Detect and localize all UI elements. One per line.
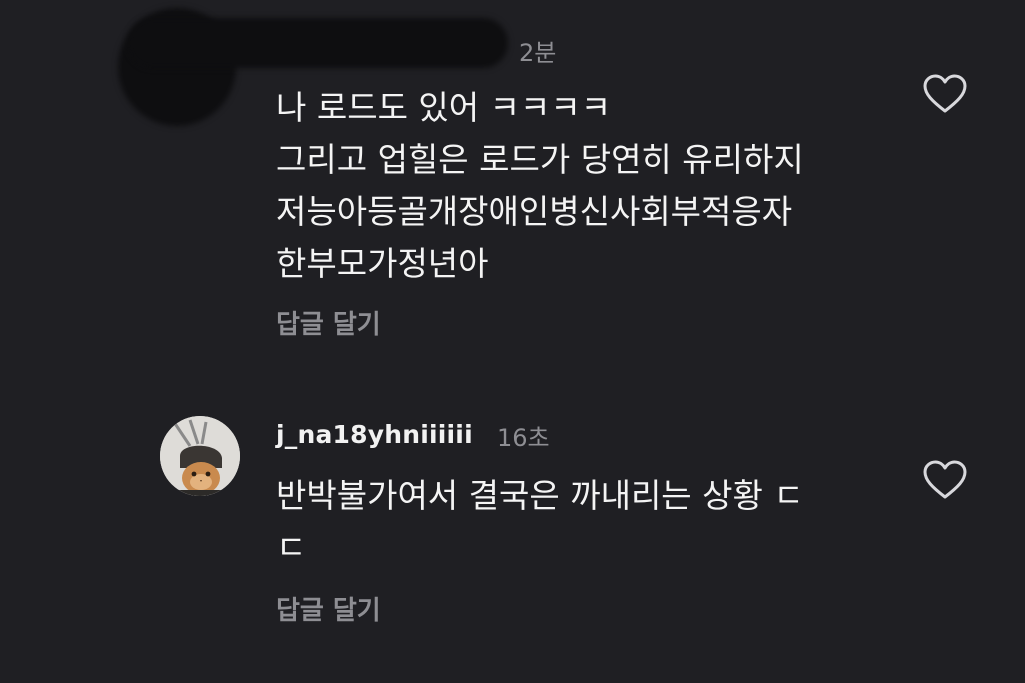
comment-text: 나 로드도 있어 ㅋㅋㅋㅋ 그리고 업힐은 로드가 당연히 유리하지 저능아등골… [276, 88, 804, 283]
comment-item: 2분 나 로드도 있어 ㅋㅋㅋㅋ 그리고 업힐은 로드가 당연히 유리하지 저능… [0, 0, 1025, 370]
heart-icon[interactable] [922, 74, 968, 114]
heart-icon[interactable] [922, 460, 968, 500]
comment-timestamp: 16초 [497, 424, 550, 452]
reply-button[interactable]: 답글 달기 [276, 304, 381, 341]
comment-item: j_na18yhniiiiii 16초 반박불가여서 결국은 까내리는 상황 ㄷ… [0, 400, 1025, 683]
cat-avatar-icon [160, 416, 240, 496]
comment-username[interactable]: j_na18yhniiiiii [276, 420, 473, 449]
comment-text: 반박불가여서 결국은 까내리는 상황 ㄷ ㄷ [276, 476, 804, 567]
comment-timestamp: 2분 [519, 39, 557, 67]
redacted-username [128, 18, 508, 68]
reply-button[interactable]: 답글 달기 [276, 590, 381, 627]
avatar[interactable] [160, 416, 240, 496]
